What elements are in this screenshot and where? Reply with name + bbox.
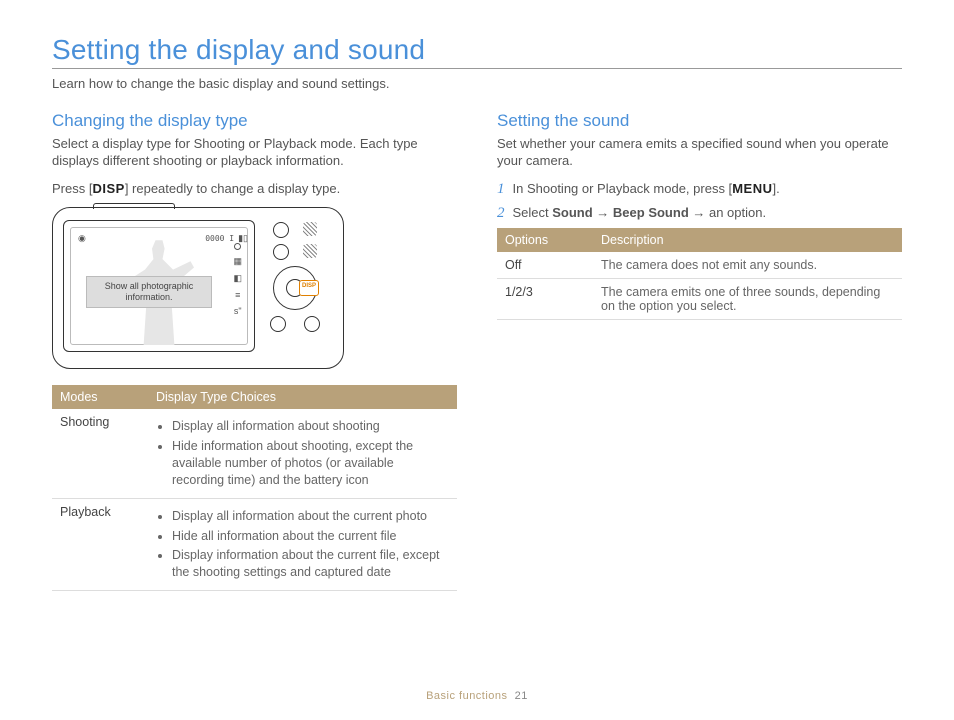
mode-cell: Playback [52, 498, 148, 591]
arrow-icon: → [593, 205, 613, 220]
screen-side-icons: ▦ ◧ ≡ s" [233, 243, 242, 316]
footer-section: Basic functions [426, 690, 507, 702]
table-header-modes: Modes [52, 385, 148, 409]
metering-icon: s" [234, 306, 242, 316]
table-header-options: Options [497, 228, 593, 252]
ctrl-button-2 [273, 244, 289, 260]
choices-cell: Display all information about shooting H… [148, 409, 457, 498]
choices-cell: Display all information about the curren… [148, 498, 457, 591]
iso-icon: ≡ [235, 290, 240, 300]
table-header-choices: Display Type Choices [148, 385, 457, 409]
list-item: Hide information about shooting, except … [172, 438, 449, 489]
step-1: 1 In Shooting or Playback mode, press [M… [497, 180, 902, 198]
step2-sound: Sound [552, 205, 592, 220]
ctrl-button-1 [273, 222, 289, 238]
desc-cell: The camera emits one of three sounds, de… [593, 279, 902, 320]
table-row: Off The camera does not emit any sounds. [497, 252, 902, 279]
disp-button-label: DISP [92, 181, 124, 196]
af-icon [234, 243, 241, 250]
press-pre: Press [ [52, 181, 92, 196]
press-instruction: Press [DISP] repeatedly to change a disp… [52, 180, 457, 198]
table-header-description: Description [593, 228, 902, 252]
dpad-disp-highlight: DISP [299, 280, 319, 296]
page-intro: Learn how to change the basic display an… [52, 75, 902, 93]
step2-pre: Select [513, 205, 553, 220]
table-row: Playback Display all information about t… [52, 498, 457, 591]
list-item: Hide all information about the current f… [172, 528, 449, 545]
right-column: Setting the sound Set whether your camer… [497, 111, 902, 592]
table-row: 1/2/3 The camera emits one of three soun… [497, 279, 902, 320]
step2-post: → an option. [689, 205, 766, 220]
list-item: Display information about the current fi… [172, 547, 449, 581]
quality-icon: ◧ [233, 273, 242, 284]
ctrl-button-4 [304, 316, 320, 332]
step-number: 1 [497, 180, 505, 198]
option-cell: 1/2/3 [497, 279, 593, 320]
right-desc: Set whether your camera emits a specifie… [497, 135, 902, 170]
camera-ridge [93, 203, 175, 209]
dpad: DISP [273, 266, 317, 310]
manual-page: Setting the display and sound Learn how … [0, 0, 954, 591]
page-number: 21 [515, 690, 528, 702]
desc-cell: The camera does not emit any sounds. [593, 252, 902, 279]
ctrl-button-3 [270, 316, 286, 332]
sound-options-table: Options Description Off The camera does … [497, 228, 902, 320]
right-heading: Setting the sound [497, 111, 902, 131]
step1-post: ]. [772, 181, 779, 196]
left-desc: Select a display type for Shooting or Pl… [52, 135, 457, 170]
step1-pre: In Shooting or Playback mode, press [ [513, 181, 733, 196]
list-item: Display all information about the curren… [172, 508, 449, 525]
left-heading: Changing the display type [52, 111, 457, 131]
step-body: In Shooting or Playback mode, press [MEN… [513, 180, 903, 198]
camera-diagram: ◉ 0000 I ▮▯ ▦ ◧ ≡ s" S [52, 207, 457, 369]
display-type-table: Modes Display Type Choices Shooting Disp… [52, 385, 457, 591]
table-header-row: Modes Display Type Choices [52, 385, 457, 409]
step-2: 2 Select Sound → Beep Sound → an option. [497, 204, 902, 222]
page-footer: Basic functions 21 [0, 690, 954, 702]
option-cell: Off [497, 252, 593, 279]
camera-screen: ◉ 0000 I ▮▯ ▦ ◧ ≡ s" S [63, 220, 255, 352]
step-body: Select Sound → Beep Sound → an option. [513, 204, 903, 222]
camera-body: ◉ 0000 I ▮▯ ▦ ◧ ≡ s" S [52, 207, 344, 369]
step-number: 2 [497, 204, 505, 222]
press-post: ] repeatedly to change a display type. [125, 181, 340, 196]
callout-box: Show all photographic information. [86, 276, 212, 308]
size-icon: ▦ [233, 256, 242, 267]
mode-icon: ◉ [78, 233, 86, 244]
page-title: Setting the display and sound [52, 34, 902, 66]
step2-beep: Beep Sound [613, 205, 689, 220]
menu-button-label: MENU [732, 181, 772, 196]
camera-controls: DISP [265, 222, 325, 332]
speaker-grille-icon [303, 222, 317, 236]
counter-icon: 0000 I [205, 234, 234, 243]
mode-cell: Shooting [52, 409, 148, 498]
table-row: Shooting Display all information about s… [52, 409, 457, 498]
left-column: Changing the display type Select a displ… [52, 111, 457, 592]
speaker-grille-icon-2 [303, 244, 317, 258]
list-item: Display all information about shooting [172, 418, 449, 435]
title-rule [52, 68, 902, 69]
columns: Changing the display type Select a displ… [52, 111, 902, 592]
table-header-row: Options Description [497, 228, 902, 252]
